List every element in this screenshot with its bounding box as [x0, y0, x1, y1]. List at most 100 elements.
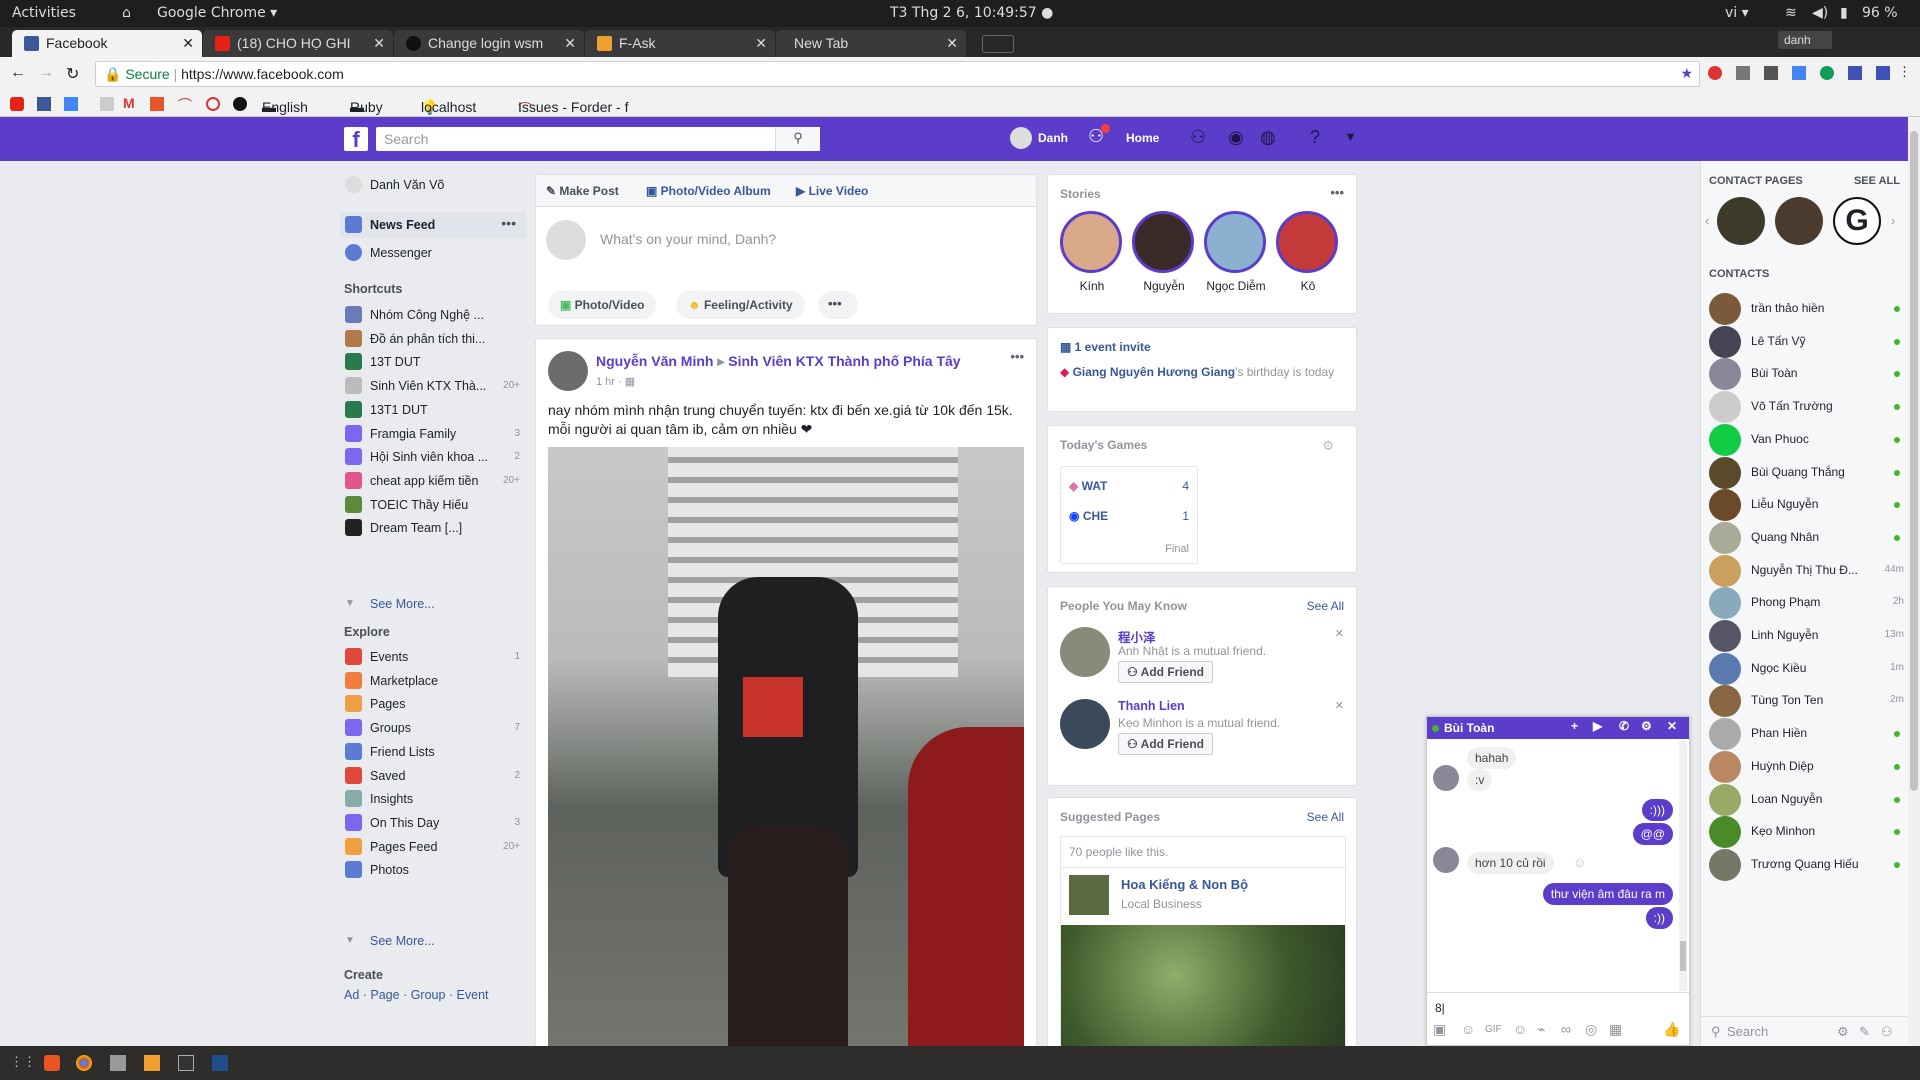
star-icon[interactable]: ★: [1680, 65, 1693, 82]
sidebar-item-explore[interactable]: Photos: [340, 859, 530, 881]
reload-icon[interactable]: ↻: [66, 64, 79, 84]
contact-item[interactable]: trần thảo hiền: [1709, 291, 1904, 327]
post-options-icon[interactable]: •••: [1010, 349, 1024, 364]
clock[interactable]: T3 Thg 2 6, 10:49:57 ●: [890, 5, 1053, 21]
more-icon[interactable]: •••: [501, 215, 516, 231]
contact-item[interactable]: Bùi Toàn: [1709, 356, 1904, 392]
avatar[interactable]: [1060, 627, 1110, 677]
home-link[interactable]: Home: [1126, 131, 1159, 145]
home-folder-icon[interactable]: [44, 1055, 60, 1071]
sidebar-item-explore[interactable]: Events 1: [340, 646, 530, 668]
story-item[interactable]: Kô: [1276, 211, 1340, 293]
contact-item[interactable]: Võ Tấn Trường: [1709, 389, 1904, 425]
see-all-link[interactable]: See All: [1307, 810, 1344, 824]
add-icon[interactable]: +: [1571, 719, 1578, 733]
chat-contact-name[interactable]: Bùi Toàn: [1444, 721, 1494, 735]
contact-item[interactable]: Linh Nguyễn 13m: [1709, 618, 1904, 654]
facebook-logo[interactable]: f: [344, 127, 368, 152]
gitlab-icon[interactable]: [150, 97, 164, 111]
create-links[interactable]: Ad · Page · Group · Event: [344, 988, 489, 1002]
like-icon[interactable]: 👍: [1663, 1021, 1680, 1038]
doc-icon[interactable]: [100, 97, 114, 111]
game-score-card[interactable]: ◆ WAT 4 ◉ CHE 1 Final: [1060, 466, 1198, 564]
avatar[interactable]: [1010, 127, 1032, 149]
sidebar-item-shortcut[interactable]: Hội Sinh viên khoa ... 2: [340, 446, 530, 468]
close-icon[interactable]: ✕: [564, 35, 576, 52]
contact-item[interactable]: Lê Tấn Vỹ: [1709, 324, 1904, 360]
see-more-shortcuts[interactable]: ▼ See More...: [340, 593, 530, 615]
facebook-icon[interactable]: [37, 97, 51, 111]
translate-icon[interactable]: [64, 97, 78, 111]
chevron-left-icon[interactable]: ‹: [1705, 213, 1709, 228]
post-image[interactable]: [548, 447, 1024, 1047]
chat-header[interactable]: Bùi Toàn + ▶ ✆ ⚙ ✕: [1427, 717, 1689, 739]
volume-icon[interactable]: ◀): [1812, 5, 1828, 21]
sticker-icon[interactable]: ☺: [1461, 1021, 1475, 1037]
gear-icon[interactable]: ⚙: [1641, 719, 1652, 733]
see-more-explore[interactable]: ▼ See More...: [340, 930, 530, 952]
github-icon[interactable]: [233, 97, 247, 111]
scrollbar[interactable]: [1908, 117, 1920, 1046]
video-call-icon[interactable]: ▶: [1593, 719, 1602, 733]
contact-item[interactable]: Huỳnh Diệp: [1709, 749, 1904, 785]
sidebar-item-shortcut[interactable]: Sinh Viên KTX Thà... 20+: [340, 375, 530, 397]
person-name[interactable]: Thanh Lien: [1118, 699, 1185, 713]
extension-icon[interactable]: [1736, 66, 1750, 80]
profile-link[interactable]: Danh: [1038, 131, 1068, 145]
sidebar-item-shortcut[interactable]: 13T DUT: [340, 351, 530, 373]
terminal-icon[interactable]: [178, 1055, 194, 1071]
sidebar-item-explore[interactable]: Pages: [340, 693, 530, 715]
contact-item[interactable]: Ngọc Kiều 1m: [1709, 651, 1904, 687]
contact-item[interactable]: Tùng Ton Ten 2m: [1709, 683, 1904, 719]
tab-new-tab[interactable]: New Tab ✕: [776, 30, 966, 57]
d-icon[interactable]: [1848, 66, 1862, 80]
chrome-icon[interactable]: [76, 1055, 92, 1071]
extension2-icon[interactable]: [1876, 66, 1890, 80]
close-icon[interactable]: ✕: [1667, 719, 1677, 733]
vscode-icon[interactable]: [212, 1055, 228, 1071]
sidebar-item-shortcut[interactable]: 13T1 DUT: [340, 399, 530, 421]
chat-scrollbar[interactable]: [1679, 741, 1687, 991]
app-grid-icon[interactable]: ⋮⋮: [10, 1054, 36, 1070]
sidebar-item-explore[interactable]: Insights: [340, 788, 530, 810]
activities-button[interactable]: Activities: [12, 5, 76, 21]
story-item[interactable]: Ngọc Diễm: [1204, 211, 1268, 293]
photo-icon[interactable]: ▣: [1433, 1021, 1446, 1038]
emoji-icon[interactable]: ☺: [1573, 855, 1586, 870]
close-icon[interactable]: ✕: [1335, 699, 1344, 712]
page-avatar[interactable]: G: [1833, 197, 1881, 245]
profile-link[interactable]: Danh Văn Võ: [340, 174, 530, 196]
files-icon[interactable]: [110, 1055, 126, 1071]
sidebar-item-explore[interactable]: Saved 2: [340, 765, 530, 787]
wifi-icon[interactable]: ≋: [1785, 5, 1797, 21]
contact-item[interactable]: Phan Hiền: [1709, 716, 1904, 752]
help-icon[interactable]: ?: [1310, 127, 1320, 148]
contact-item[interactable]: Phong Phạm 2h: [1709, 585, 1904, 621]
sidebar-item-messenger[interactable]: Messenger: [340, 242, 530, 264]
contacts-search-input[interactable]: Search: [1727, 1024, 1768, 1039]
tab-github[interactable]: Change login wsm ✕: [394, 30, 584, 57]
contact-item[interactable]: Liễu Nguyễn: [1709, 487, 1904, 523]
contact-item[interactable]: Nguyễn Thị Thu Đ... 44m: [1709, 553, 1904, 589]
avatar[interactable]: [1060, 699, 1110, 749]
contact-item[interactable]: Van Phuoc: [1709, 422, 1904, 458]
chevron-down-icon[interactable]: ▼: [1344, 129, 1357, 144]
compose-icon[interactable]: ✎: [1859, 1024, 1870, 1040]
sidebar-item-shortcut[interactable]: cheat app kiếm tiền 20+: [340, 470, 530, 492]
avatar[interactable]: [548, 351, 588, 391]
opera-icon[interactable]: [206, 97, 220, 111]
post-author[interactable]: Nguyễn Văn Minh: [596, 353, 713, 369]
contact-item[interactable]: Bùi Quang Thắng: [1709, 455, 1904, 491]
camera-icon[interactable]: ◎: [1585, 1021, 1597, 1038]
chevron-right-icon[interactable]: ›: [1891, 213, 1895, 228]
tab-youtube[interactable]: (18) CHO HỌ GHI ✕: [203, 30, 393, 57]
sidebar-item-explore[interactable]: Friend Lists: [340, 741, 530, 763]
hangouts-icon[interactable]: [1820, 66, 1834, 80]
forward-icon[interactable]: →: [38, 64, 54, 82]
event-invite-link[interactable]: ▦ 1 event invite: [1060, 340, 1151, 354]
back-icon[interactable]: ←: [10, 64, 26, 82]
close-icon[interactable]: ✕: [373, 35, 385, 52]
post-group[interactable]: Sinh Viên KTX Thành phố Phía Tây: [728, 353, 960, 369]
tab-photo-album[interactable]: ▣ Photo/Video Album: [646, 184, 771, 198]
redmine-icon[interactable]: ⌒: [178, 95, 192, 115]
